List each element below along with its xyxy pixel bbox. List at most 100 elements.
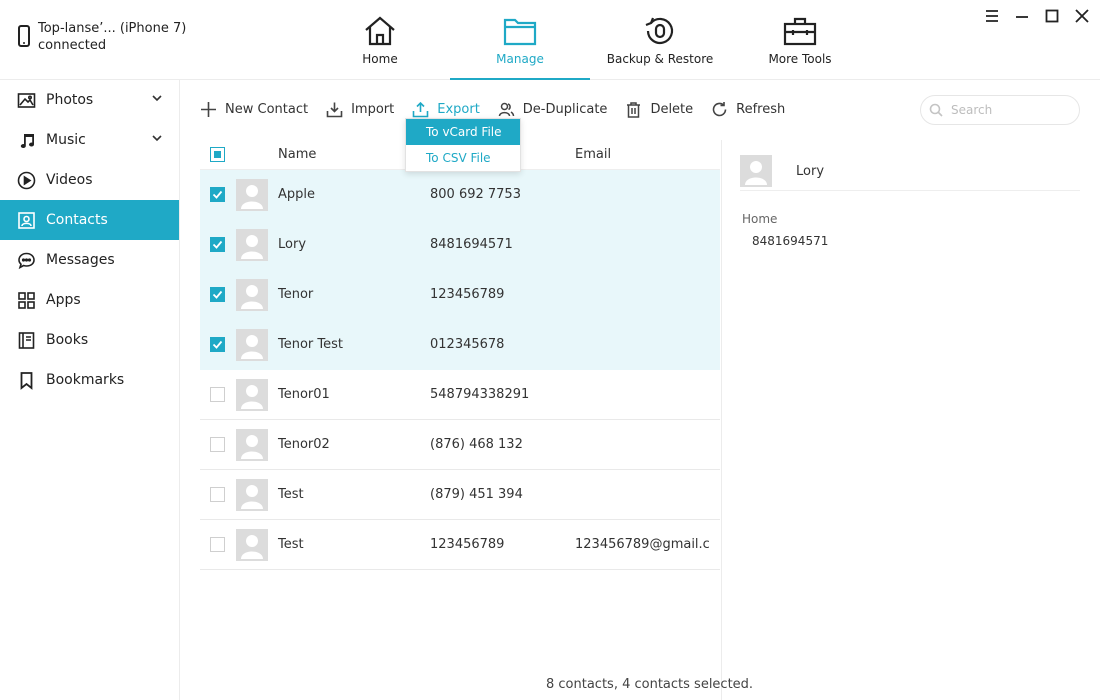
nav-home[interactable]: Home	[310, 0, 450, 80]
table-row[interactable]: Test 123456789 123456789@gmail.c...	[200, 520, 720, 570]
avatar	[236, 428, 268, 461]
people-icon	[498, 102, 515, 116]
refresh-label: Refresh	[736, 101, 786, 117]
row-checkbox[interactable]	[210, 537, 225, 552]
backup-restore-icon	[645, 17, 674, 45]
contact-detail-panel: Lory Home 8481694571	[721, 140, 1100, 700]
person-silhouette-icon	[236, 228, 268, 261]
contact-name: Apple	[278, 187, 316, 202]
contact-name: Tenor Test	[278, 337, 343, 352]
table-row[interactable]: Tenor 123456789	[200, 270, 720, 320]
sidebar-item-apps[interactable]: Apps	[0, 280, 179, 320]
avatar	[236, 228, 268, 261]
chevron-down-icon[interactable]	[151, 92, 163, 104]
select-all-checkbox[interactable]	[210, 147, 225, 162]
avatar	[236, 178, 268, 211]
chevron-down-icon[interactable]	[151, 132, 163, 144]
maximize-button[interactable]	[1040, 6, 1064, 26]
nav-tools-label: More Tools	[768, 52, 832, 66]
name-column-header[interactable]: Name	[278, 147, 316, 162]
email-column-header[interactable]: Email	[575, 147, 710, 162]
export-csv-option[interactable]: To CSV File	[406, 145, 520, 171]
person-silhouette-icon	[236, 478, 268, 511]
hamburger-icon	[986, 10, 998, 22]
nav-backup-restore[interactable]: Backup & Restore	[590, 0, 730, 80]
check-icon	[212, 190, 223, 199]
sidebar-item-videos[interactable]: Videos	[0, 160, 179, 200]
avatar	[236, 278, 268, 311]
row-checkbox[interactable]	[210, 187, 225, 202]
import-icon	[326, 102, 343, 117]
detail-divider	[740, 190, 1080, 191]
search-box[interactable]	[920, 95, 1080, 125]
play-circle-icon	[17, 171, 36, 189]
sidebar-item-label: Books	[46, 332, 89, 348]
detail-phone-type: Home	[742, 212, 778, 226]
nav-more-tools[interactable]: More Tools	[730, 0, 870, 80]
deduplicate-button[interactable]: De-Duplicate	[498, 101, 607, 118]
sidebar-item-label: Bookmarks	[46, 372, 125, 388]
music-note-icon	[20, 133, 35, 148]
contact-phone: 800 692 7753	[430, 187, 521, 202]
close-button[interactable]	[1070, 6, 1094, 26]
minimize-button[interactable]	[1010, 6, 1034, 26]
table-row[interactable]: Apple 800 692 7753	[200, 170, 720, 220]
contact-phone: (879) 451 394	[430, 487, 523, 502]
row-checkbox[interactable]	[210, 337, 225, 352]
avatar	[236, 478, 268, 511]
phone-icon	[18, 25, 30, 47]
import-button[interactable]: Import	[326, 101, 394, 118]
contact-phone: (876) 468 132	[430, 437, 523, 452]
table-row[interactable]: Tenor01 548794338291	[200, 370, 720, 420]
person-silhouette-icon	[236, 328, 268, 361]
row-checkbox[interactable]	[210, 237, 225, 252]
person-silhouette-icon	[236, 378, 268, 411]
status-bar-text: 8 contacts, 4 contacts selected.	[546, 677, 754, 692]
export-vcard-option[interactable]: To vCard File	[406, 119, 520, 145]
plus-icon	[201, 101, 216, 117]
contacts-table: Name Email Apple 800 692 7753 Lory 84816…	[200, 140, 720, 570]
refresh-icon	[712, 101, 727, 116]
nav-manage-label: Manage	[496, 52, 544, 66]
table-row[interactable]: Tenor Test 012345678	[200, 320, 720, 370]
sidebar-item-bookmarks[interactable]: Bookmarks	[0, 360, 179, 400]
menu-button[interactable]	[980, 6, 1004, 26]
sidebar-item-photos[interactable]: Photos	[0, 80, 179, 120]
person-silhouette-icon	[236, 428, 268, 461]
contact-phone: 123456789	[430, 287, 505, 302]
row-checkbox[interactable]	[210, 437, 225, 452]
export-button[interactable]: Export	[412, 101, 480, 118]
table-row[interactable]: Lory 8481694571	[200, 220, 720, 270]
table-row[interactable]: Tenor02 (876) 468 132	[200, 420, 720, 470]
row-checkbox[interactable]	[210, 487, 225, 502]
contact-name: Test	[278, 487, 304, 502]
top-bar: Top-lanse’... (iPhone 7) connected Home …	[0, 0, 1100, 80]
row-checkbox[interactable]	[210, 287, 225, 302]
device-info: Top-lanse’... (iPhone 7) connected	[18, 20, 186, 54]
contact-name: Tenor	[278, 287, 314, 302]
nav-manage[interactable]: Manage	[450, 0, 590, 80]
person-silhouette-icon	[236, 178, 268, 211]
sidebar: Photos Music Videos Contacts Messages Ap…	[0, 80, 180, 700]
contact-phone: 548794338291	[430, 387, 530, 402]
sidebar-item-music[interactable]: Music	[0, 120, 179, 160]
sidebar-item-messages[interactable]: Messages	[0, 240, 179, 280]
detail-phone: 8481694571	[752, 234, 829, 248]
chat-bubble-icon	[18, 252, 35, 269]
sidebar-item-contacts[interactable]: Contacts	[0, 200, 179, 240]
search-input[interactable]	[951, 103, 1061, 117]
search-icon	[929, 103, 943, 117]
sidebar-item-label: Photos	[46, 92, 94, 108]
delete-button[interactable]: Delete	[625, 101, 693, 118]
table-row[interactable]: Test (879) 451 394	[200, 470, 720, 520]
new-contact-button[interactable]: New Contact	[200, 101, 308, 118]
check-icon	[212, 340, 223, 349]
sidebar-item-label: Messages	[46, 252, 115, 268]
person-silhouette-icon	[236, 528, 268, 561]
row-checkbox[interactable]	[210, 387, 225, 402]
refresh-button[interactable]: Refresh	[711, 101, 785, 118]
bookmark-icon	[20, 371, 33, 390]
trash-icon	[627, 101, 641, 118]
sidebar-item-books[interactable]: Books	[0, 320, 179, 360]
export-label: Export	[437, 101, 480, 117]
